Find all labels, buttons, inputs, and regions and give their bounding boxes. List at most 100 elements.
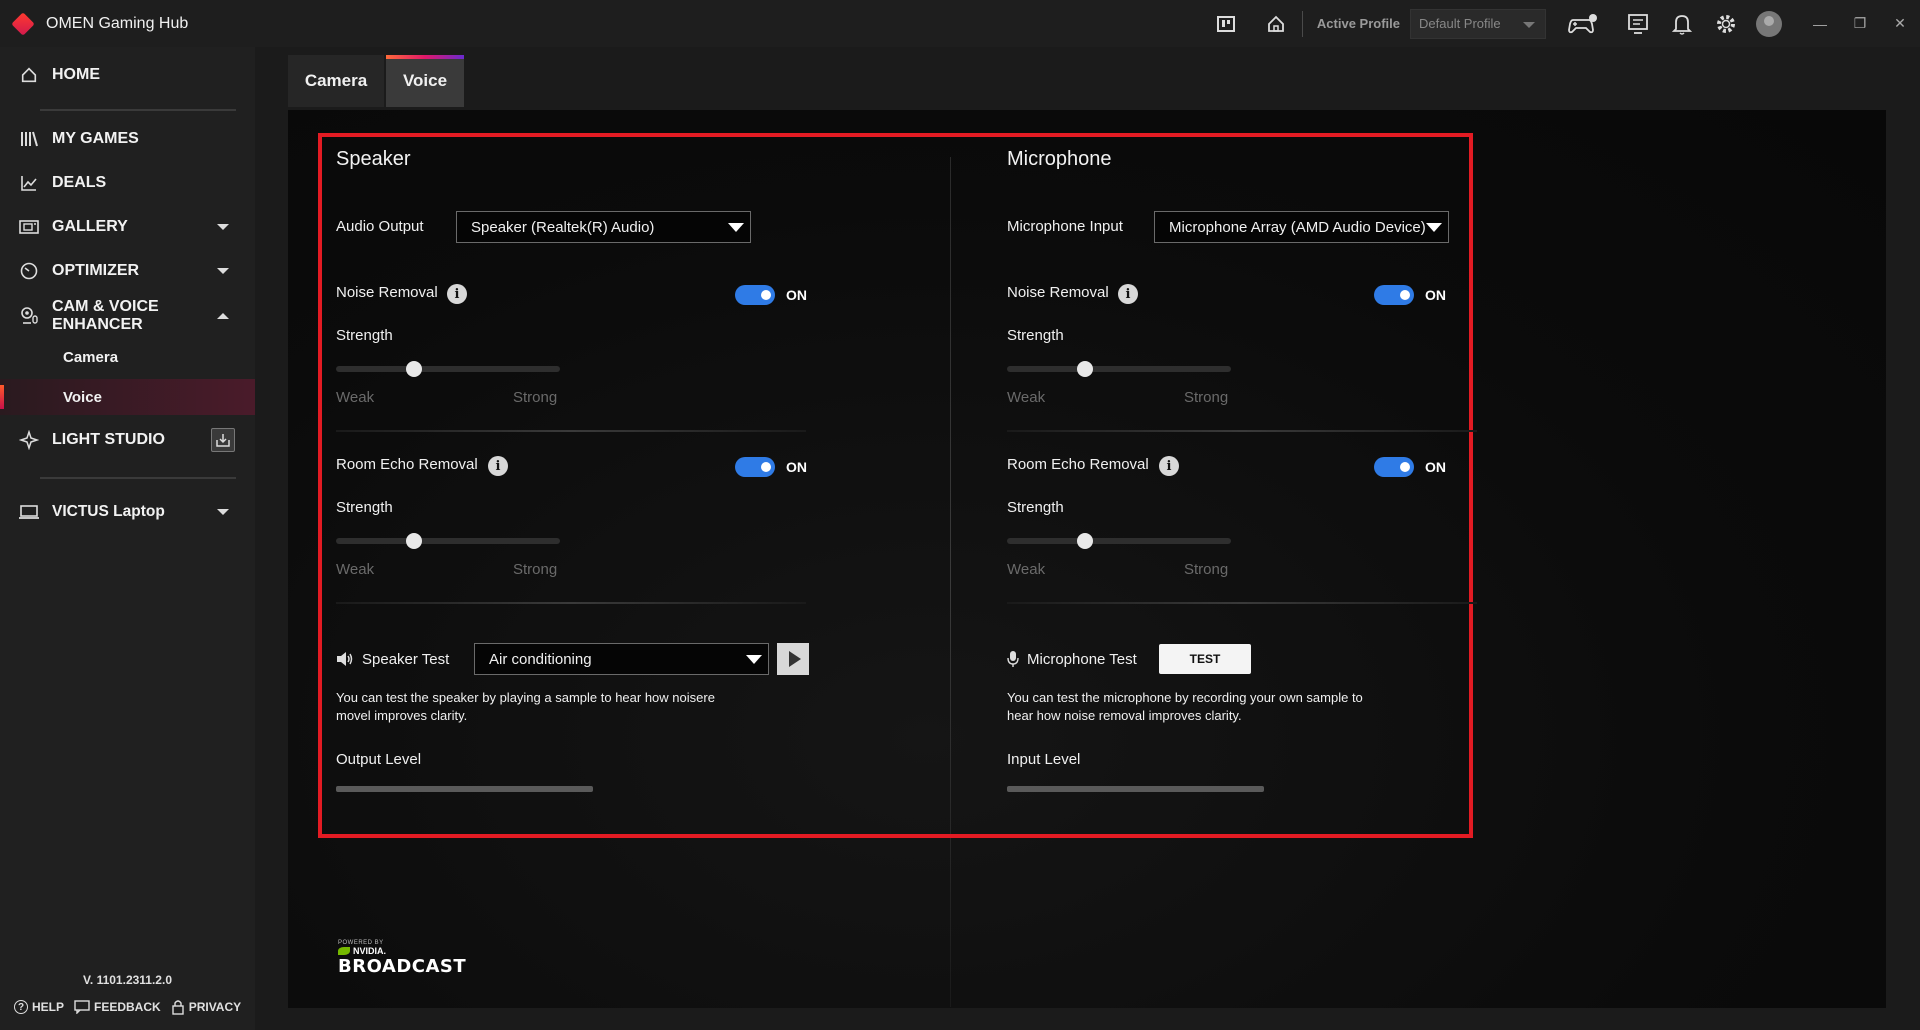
strong-label: Strong xyxy=(1184,561,1229,578)
gear-icon[interactable] xyxy=(1714,12,1738,36)
help-link[interactable]: ? HELP xyxy=(14,1000,64,1014)
desc-line: You can test the microphone by recording… xyxy=(1007,690,1363,705)
close-button[interactable]: ✕ xyxy=(1880,15,1920,32)
sidebar-item-my-games[interactable]: MY GAMES xyxy=(0,127,255,151)
app-root: OMEN Gaming Hub Active Profile Default P… xyxy=(0,0,1920,1030)
sidebar: HOME MY GAMES DEALS GALLERY OPTIMIZER CA… xyxy=(0,47,255,1030)
speaker-noise-toggle[interactable] xyxy=(735,285,775,305)
tab-camera[interactable]: Camera xyxy=(288,55,384,107)
play-button[interactable] xyxy=(777,643,809,675)
chevron-down-icon xyxy=(217,509,229,515)
chevron-down-icon xyxy=(1426,223,1442,232)
sidebar-subitem-voice[interactable]: Voice xyxy=(0,379,255,415)
mic-noise-label: Noise Removal xyxy=(1007,284,1109,301)
feedback-link[interactable]: FEEDBACK xyxy=(74,1000,161,1014)
audio-output-value: Speaker (Realtek(R) Audio) xyxy=(471,218,655,236)
sparkle-icon xyxy=(18,429,40,451)
strong-label: Strong xyxy=(513,561,558,578)
library-icon xyxy=(18,128,40,150)
input-level-label: Input Level xyxy=(1007,751,1081,768)
speaker-echo-toggle[interactable] xyxy=(735,457,775,477)
sidebar-item-deals[interactable]: DEALS xyxy=(0,171,255,195)
tab-label: Voice xyxy=(402,71,448,90)
library-icon[interactable] xyxy=(1214,12,1238,36)
desc-line: hear how noise removal improves clarity. xyxy=(1007,708,1242,723)
app-title: OMEN Gaming Hub xyxy=(46,14,189,32)
feedback-label: FEEDBACK xyxy=(94,1000,161,1014)
sidebar-item-label: GALLERY xyxy=(52,218,128,235)
mic-test-description: You can test the microphone by recording… xyxy=(1007,689,1363,725)
speaker-test-value: Air conditioning xyxy=(489,650,592,668)
mic-noise-slider-track[interactable] xyxy=(1007,366,1231,372)
sidebar-footer: ? HELP FEEDBACK PRIVACY xyxy=(14,999,241,1015)
title-bar: OMEN Gaming Hub Active Profile Default P… xyxy=(0,0,1920,47)
chevron-down-icon xyxy=(217,224,229,230)
lock-icon xyxy=(171,1000,184,1015)
mic-noise-state: ON xyxy=(1425,287,1446,303)
minimize-button[interactable]: — xyxy=(1800,16,1840,32)
microphone-title: Microphone xyxy=(1007,148,1112,170)
output-level-label: Output Level xyxy=(336,751,422,768)
weak-label: Weak xyxy=(336,389,375,406)
profile-value: Default Profile xyxy=(1419,16,1501,31)
chevron-down-icon xyxy=(746,655,762,664)
weak-label: Weak xyxy=(1007,389,1046,406)
gauge-icon xyxy=(18,260,40,282)
weak-label: Weak xyxy=(1007,561,1046,578)
speaker-test-select[interactable]: Air conditioning xyxy=(474,643,769,675)
bell-icon[interactable] xyxy=(1670,12,1694,36)
tab-label: Camera xyxy=(304,71,368,90)
mic-echo-slider-track[interactable] xyxy=(1007,538,1231,544)
home-icon[interactable] xyxy=(1264,12,1288,36)
profile-select[interactable]: Default Profile xyxy=(1410,8,1546,39)
sidebar-item-cam-voice-enhancer[interactable]: CAM & VOICE ENHANCER xyxy=(0,296,255,336)
audio-output-select[interactable]: Speaker (Realtek(R) Audio) xyxy=(456,211,751,243)
sidebar-item-home[interactable]: HOME xyxy=(0,63,255,87)
info-icon[interactable]: i xyxy=(488,456,508,476)
section-divider xyxy=(1007,602,1477,604)
sidebar-subitem-camera[interactable]: Camera xyxy=(0,339,255,375)
feedback-screen-icon[interactable] xyxy=(1626,12,1650,36)
sidebar-item-optimizer[interactable]: OPTIMIZER xyxy=(0,259,255,283)
sidebar-item-device[interactable]: VICTUS Laptop xyxy=(0,499,255,525)
avatar[interactable] xyxy=(1756,10,1782,37)
controller-icon[interactable] xyxy=(1566,12,1600,36)
info-icon[interactable]: i xyxy=(1159,456,1179,476)
tab-voice[interactable]: Voice xyxy=(386,55,464,107)
download-icon[interactable] xyxy=(211,428,235,452)
microphone-input-select[interactable]: Microphone Array (AMD Audio Device) xyxy=(1154,211,1449,243)
title-bar-controls: Active Profile Default Profile — ❐ ✕ xyxy=(1214,0,1920,47)
sidebar-subitem-label: Camera xyxy=(63,348,119,366)
mic-noise-toggle[interactable] xyxy=(1374,285,1414,305)
home-icon xyxy=(18,64,40,86)
speaker-noise-label: Noise Removal xyxy=(336,284,438,301)
version-label: V. 1101.2311.2.0 xyxy=(83,973,172,987)
nvidia-wordmark: NVIDIA. xyxy=(338,946,466,956)
info-icon[interactable]: i xyxy=(447,284,467,304)
restore-button[interactable]: ❐ xyxy=(1840,15,1880,32)
mic-echo-toggle[interactable] xyxy=(1374,457,1414,477)
output-level-meter xyxy=(336,786,593,792)
speaker-noise-strength-label: Strength xyxy=(336,327,393,344)
chevron-down-icon xyxy=(728,223,744,232)
speaker-echo-label: Room Echo Removal xyxy=(336,456,478,473)
microphone-icon xyxy=(1007,650,1019,673)
webcam-mic-icon xyxy=(18,305,40,327)
sidebar-item-light-studio[interactable]: LIGHT STUDIO xyxy=(0,425,255,455)
mic-test-button[interactable]: TEST xyxy=(1159,644,1251,674)
chevron-down-icon xyxy=(217,268,229,274)
sidebar-item-label: CAM & VOICE xyxy=(52,298,159,315)
section-divider xyxy=(336,430,806,432)
strong-label: Strong xyxy=(513,389,558,406)
speaker-noise-slider-track[interactable] xyxy=(336,366,560,372)
speaker-echo-slider-track[interactable] xyxy=(336,538,560,544)
sidebar-item-label: LIGHT STUDIO xyxy=(52,431,165,448)
broadcast-label: BROADCAST xyxy=(338,956,467,977)
sidebar-item-gallery[interactable]: GALLERY xyxy=(0,215,255,239)
info-icon[interactable]: i xyxy=(1118,284,1138,304)
speaker-echo-strength-label: Strength xyxy=(336,499,393,516)
privacy-link[interactable]: PRIVACY xyxy=(171,999,241,1015)
mic-echo-state: ON xyxy=(1425,459,1446,475)
feedback-icon xyxy=(74,1000,90,1014)
nvidia-broadcast-logo: POWERED BY NVIDIA. BROADCAST xyxy=(338,940,466,977)
